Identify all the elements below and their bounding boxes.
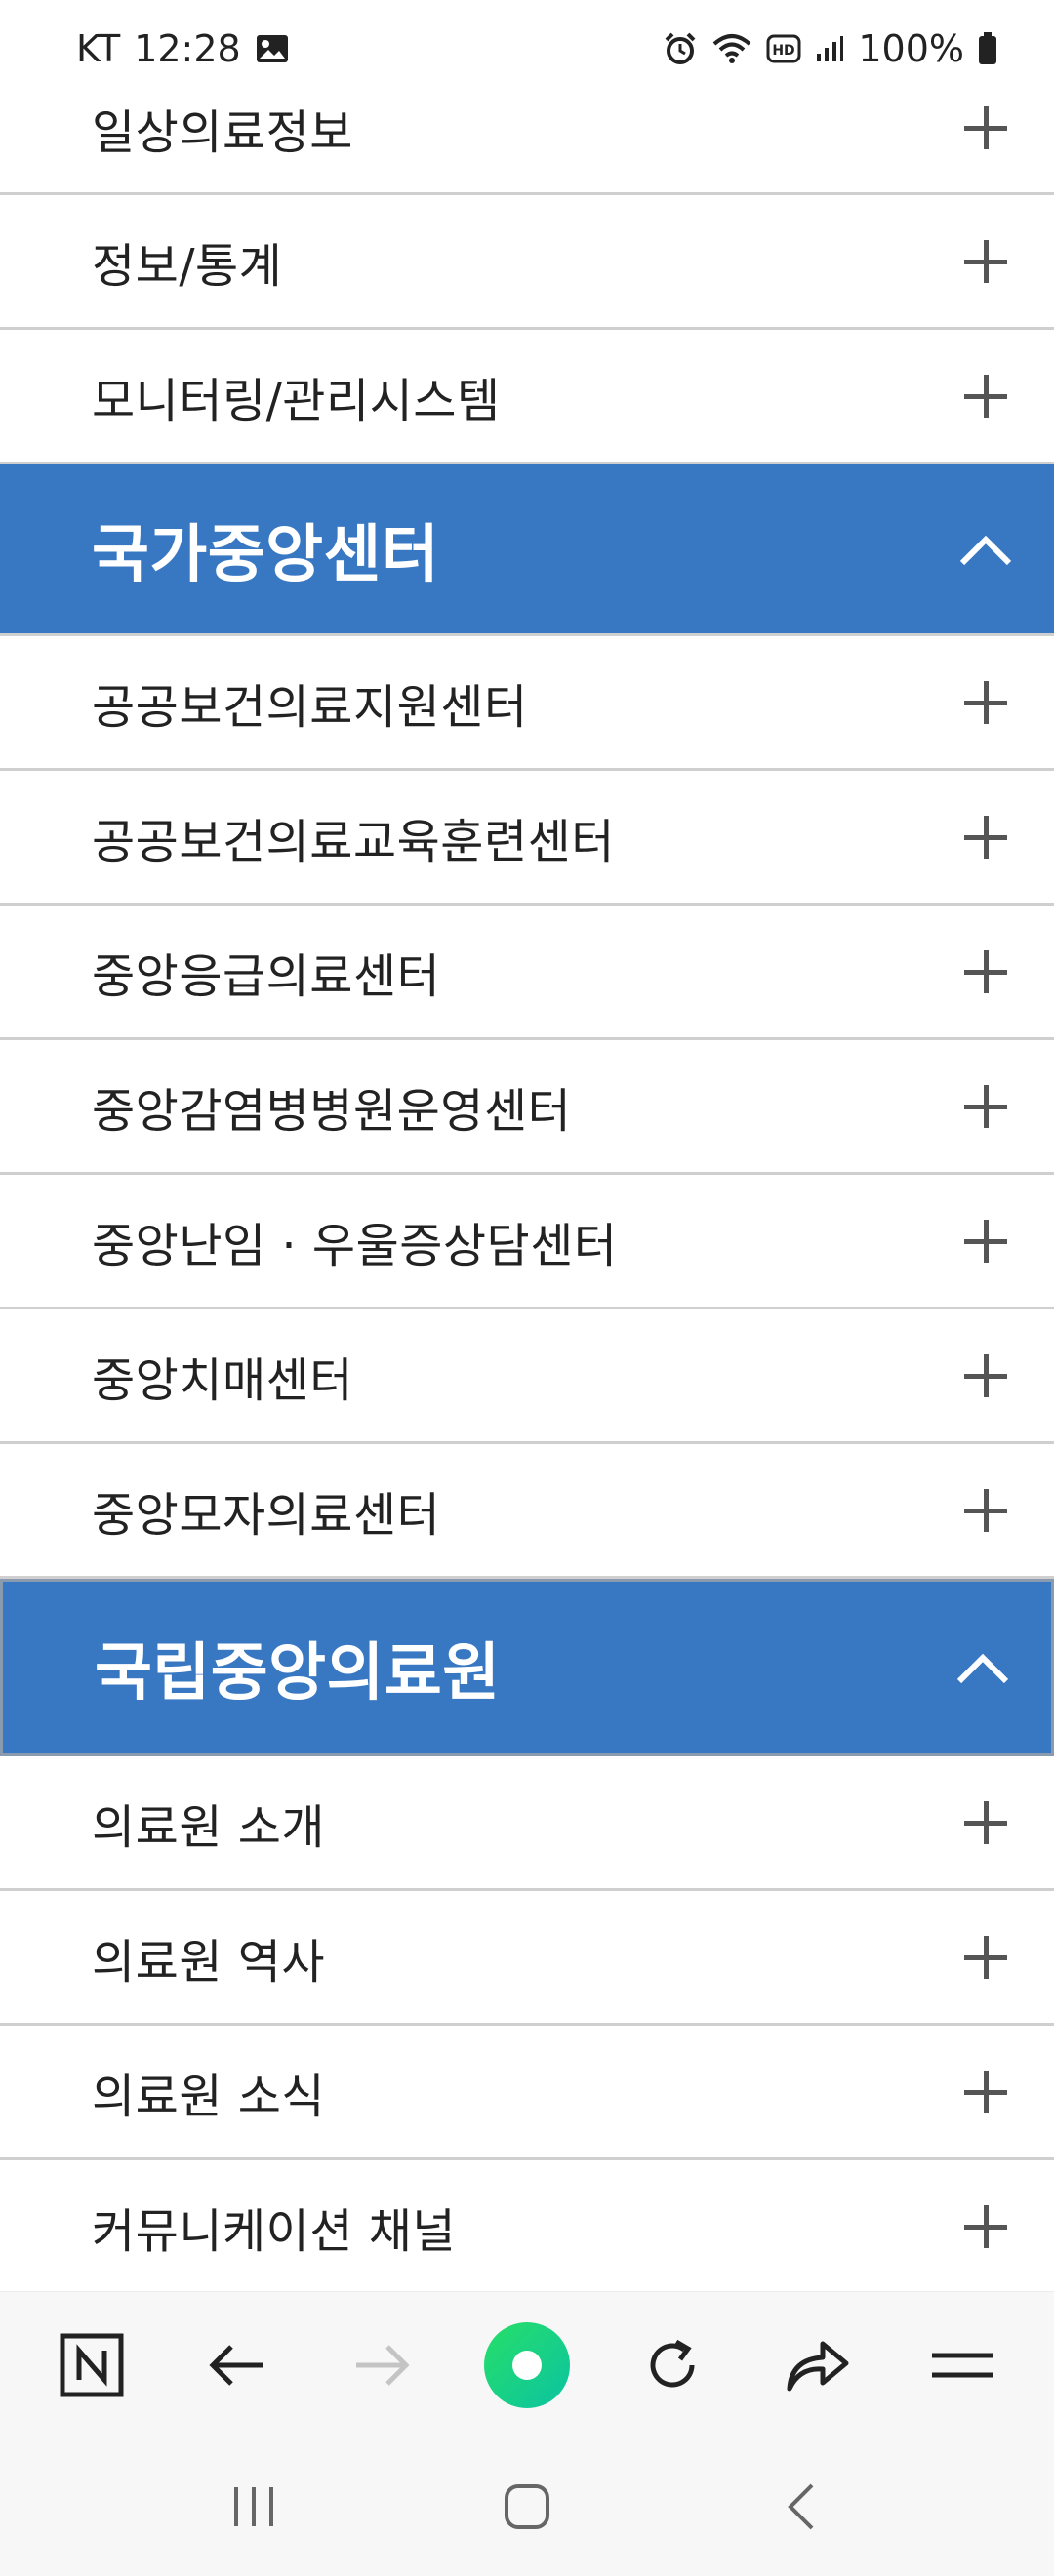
menu-item-info-stats[interactable]: 정보/통계 (0, 195, 1054, 330)
clock: 12:28 (134, 27, 241, 70)
menu-item-infectious-disease-center[interactable]: 중앙감염병병원운영센터 (0, 1040, 1054, 1175)
menu-item-infertility-depression-center[interactable]: 중앙난임 · 우울증상담센터 (0, 1175, 1054, 1309)
menu-item-monitoring-system[interactable]: 모니터링/관리시스템 (0, 330, 1054, 464)
refresh-button[interactable] (619, 2312, 726, 2419)
menu-item-label: 모니터링/관리시스템 (92, 373, 501, 428)
battery-percent: 100% (858, 27, 964, 70)
menu-item-label: 커뮤니케이션 채널 (92, 2203, 457, 2259)
home-icon (505, 2484, 549, 2529)
system-nav-bar (0, 2437, 1054, 2576)
menu-item-label: 중앙모자의료센터 (92, 1487, 441, 1543)
plus-icon[interactable] (964, 2204, 1007, 2248)
plus-icon[interactable] (964, 1219, 1007, 1263)
back-button[interactable] (183, 2312, 291, 2419)
menu-item-label: 공공보건의료교육훈련센터 (92, 814, 615, 869)
menu-item-public-health-support[interactable]: 공공보건의료지원센터 (0, 636, 1054, 771)
plus-icon[interactable] (964, 949, 1007, 993)
menu-item-label: 중앙난임 · 우울증상담센터 (92, 1218, 618, 1273)
back-icon (788, 2483, 814, 2530)
plus-icon[interactable] (964, 1935, 1007, 1979)
alarm-icon (663, 31, 698, 66)
menu-item-dementia-center[interactable]: 중앙치매센터 (0, 1309, 1054, 1444)
green-dot-icon (483, 2321, 570, 2408)
back-arrow-icon (209, 2344, 263, 2386)
naver-home-button[interactable] (38, 2312, 145, 2419)
section-header-nmc[interactable]: 국립중앙의료원 (0, 1579, 1054, 1756)
menu-item-nmc-news[interactable]: 의료원 소식 (0, 2026, 1054, 2160)
menu-item-label: 일상의료정보 (92, 104, 353, 160)
signal-icon (815, 34, 844, 63)
plus-icon[interactable] (964, 105, 1007, 149)
plus-icon[interactable] (964, 1488, 1007, 1532)
menu-item-maternal-child-center[interactable]: 중앙모자의료센터 (0, 1444, 1054, 1579)
plus-icon[interactable] (964, 1353, 1007, 1397)
forward-arrow-icon (356, 2344, 410, 2386)
section-header-national-centers[interactable]: 국가중앙센터 (0, 464, 1054, 636)
side-menu: 일상의료정보 정보/통계 모니터링/관리시스템 국가중앙센터 공공보건의료지원센… (0, 62, 1054, 2295)
menu-item-public-health-training[interactable]: 공공보건의료교육훈련센터 (0, 771, 1054, 906)
menu-item-label: 정보/통계 (92, 238, 283, 294)
plus-icon[interactable] (964, 374, 1007, 418)
svg-text:HD: HD (773, 43, 795, 59)
hd-voice-icon: HD (766, 34, 801, 63)
menu-item-label: 의료원 소개 (92, 1799, 326, 1855)
menu-item-label: 중앙치매센터 (92, 1352, 353, 1408)
menu-item-label: 의료원 역사 (92, 1934, 326, 1990)
recent-apps-button[interactable] (200, 2453, 307, 2560)
naver-home-icon (60, 2333, 124, 2396)
plus-icon[interactable] (964, 815, 1007, 859)
gallery-icon (255, 33, 290, 64)
battery-icon (978, 32, 997, 65)
menu-item-label: 중앙감염병병원운영센터 (92, 1083, 572, 1139)
carrier-label: KT (76, 27, 121, 70)
menu-item-emergency-center[interactable]: 중앙응급의료센터 (0, 906, 1054, 1040)
refresh-icon (650, 2339, 695, 2387)
share-button[interactable] (763, 2312, 871, 2419)
menu-item-nmc-history[interactable]: 의료원 역사 (0, 1891, 1054, 2026)
wifi-icon (711, 32, 752, 65)
section-title: 국가중앙센터 (92, 518, 440, 591)
menu-button[interactable] (909, 2312, 1016, 2419)
share-icon (787, 2341, 849, 2391)
plus-icon[interactable] (964, 239, 1007, 283)
menu-item-label: 의료원 소식 (92, 2069, 326, 2124)
screen: KT 12:28 HD 100% 일상의료정보 정보/통계 모니터링/관리시스템… (0, 0, 1054, 2576)
home-button[interactable] (473, 2453, 581, 2560)
recent-apps-icon (234, 2487, 273, 2526)
plus-icon[interactable] (964, 1084, 1007, 1128)
browser-toolbar (0, 2291, 1054, 2437)
plus-icon[interactable] (964, 1800, 1007, 1844)
menu-item-label: 중앙응급의료센터 (92, 948, 441, 1004)
chevron-up-icon[interactable] (956, 530, 1015, 569)
status-right: HD 100% (663, 27, 997, 70)
chevron-up-icon[interactable] (953, 1648, 1012, 1687)
back-nav-button[interactable] (747, 2453, 854, 2560)
section-title: 국립중앙의료원 (95, 1637, 501, 1710)
menu-item-label: 공공보건의료지원센터 (92, 679, 528, 735)
menu-icon (931, 2353, 993, 2377)
plus-icon[interactable] (964, 680, 1007, 724)
menu-item-communication-channel[interactable]: 커뮤니케이션 채널 (0, 2160, 1054, 2295)
status-left: KT 12:28 (76, 27, 290, 70)
status-bar: KT 12:28 HD 100% (0, 0, 1054, 98)
forward-button[interactable] (328, 2312, 435, 2419)
green-dot-button[interactable] (473, 2312, 581, 2419)
menu-item-nmc-intro[interactable]: 의료원 소개 (0, 1756, 1054, 1891)
plus-icon[interactable] (964, 2070, 1007, 2113)
